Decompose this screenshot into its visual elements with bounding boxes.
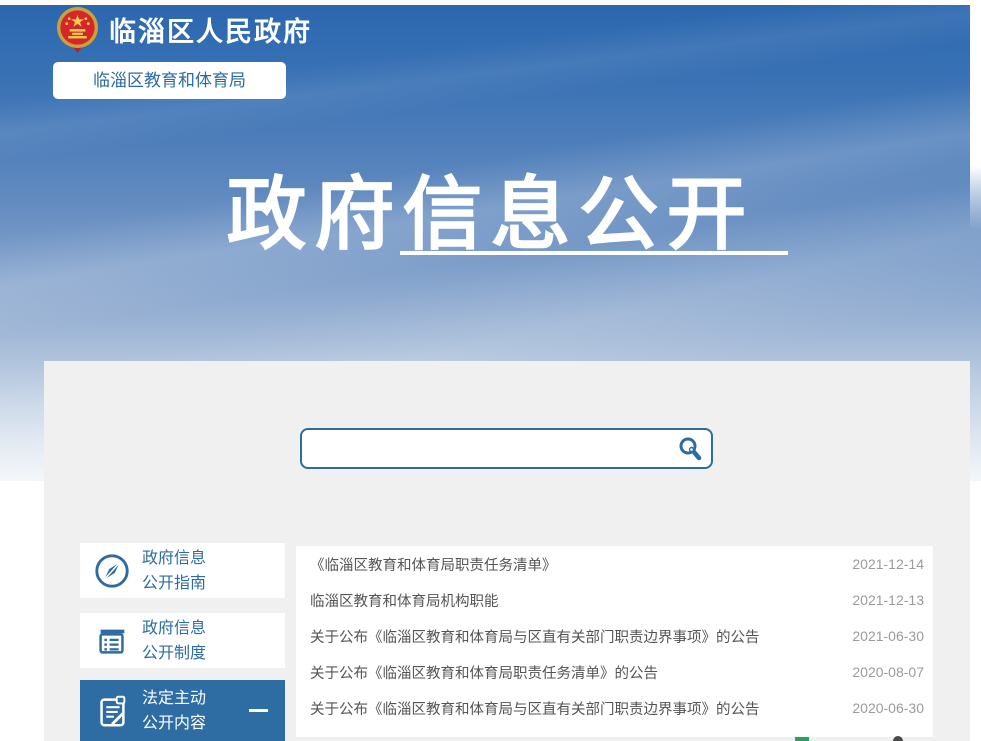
sidebar-item-public-info-system[interactable]: 政府信息 公开制度 <box>80 613 285 668</box>
article-title[interactable]: 关于公布《临淄区教育和体育局与区直有关部门职责边界事项》的公告 <box>310 626 760 647</box>
page: 临淄区人民政府 临淄区教育和体育局 政府信息公开 政府信息 公开指南 <box>0 0 981 741</box>
page-right-margin <box>970 0 981 230</box>
clipboard-pencil-icon <box>93 692 131 730</box>
sidebar-item-label: 政府信息 公开指南 <box>142 546 206 596</box>
minus-icon[interactable] <box>249 709 268 712</box>
list-item[interactable]: 关于公布《临淄区教育和体育局与区直有关部门职责边界事项》的公告 2020-06-… <box>296 690 933 726</box>
article-date: 2020-06-30 <box>852 700 924 716</box>
compass-icon <box>93 552 131 590</box>
article-date: 2021-06-30 <box>852 628 924 644</box>
list-item[interactable]: 《临淄区教育和体育局职责任务清单》 2021-12-14 <box>296 546 933 582</box>
national-emblem-icon <box>54 5 101 54</box>
site-name: 临淄区人民政府 <box>109 10 312 49</box>
article-date: 2021-12-13 <box>852 592 924 608</box>
article-date: 2020-08-07 <box>852 664 924 680</box>
article-title[interactable]: 临淄区教育和体育局机构职能 <box>310 590 499 611</box>
search-button[interactable] <box>673 432 707 466</box>
search-bar <box>300 428 713 469</box>
article-list: 《临淄区教育和体育局职责任务清单》 2021-12-14 临淄区教育和体育局机构… <box>296 546 933 726</box>
list-item-partial <box>296 726 933 737</box>
cutoff-green-icon <box>795 737 809 741</box>
cutoff-dark-icon <box>893 736 903 741</box>
list-item[interactable]: 关于公布《临淄区教育和体育局职责任务清单》的公告 2020-08-07 <box>296 654 933 690</box>
page-title: 政府信息公开 <box>0 150 981 266</box>
sidebar-item-label: 政府信息 公开制度 <box>142 616 206 666</box>
ledger-list-icon <box>93 622 131 660</box>
list-item[interactable]: 临淄区教育和体育局机构职能 2021-12-13 <box>296 582 933 618</box>
article-title[interactable]: 《临淄区教育和体育局职责任务清单》 <box>310 554 557 575</box>
sidebar-item-public-info-guide[interactable]: 政府信息 公开指南 <box>80 543 285 598</box>
department-button[interactable]: 临淄区教育和体育局 <box>53 62 286 99</box>
article-title[interactable]: 关于公布《临淄区教育和体育局与区直有关部门职责边界事项》的公告 <box>310 698 760 719</box>
article-date: 2021-12-14 <box>852 556 924 572</box>
list-item[interactable]: 关于公布《临淄区教育和体育局与区直有关部门职责边界事项》的公告 2021-06-… <box>296 618 933 654</box>
sidebar-item-statutory-disclosure[interactable]: 法定主动 公开内容 <box>80 680 285 741</box>
title-underline <box>400 251 788 255</box>
search-magnifier-icon <box>677 436 703 462</box>
sidebar-item-label: 法定主动 公开内容 <box>142 686 206 736</box>
article-title[interactable]: 关于公布《临淄区教育和体育局职责任务清单》的公告 <box>310 662 658 683</box>
search-input[interactable] <box>302 430 673 467</box>
